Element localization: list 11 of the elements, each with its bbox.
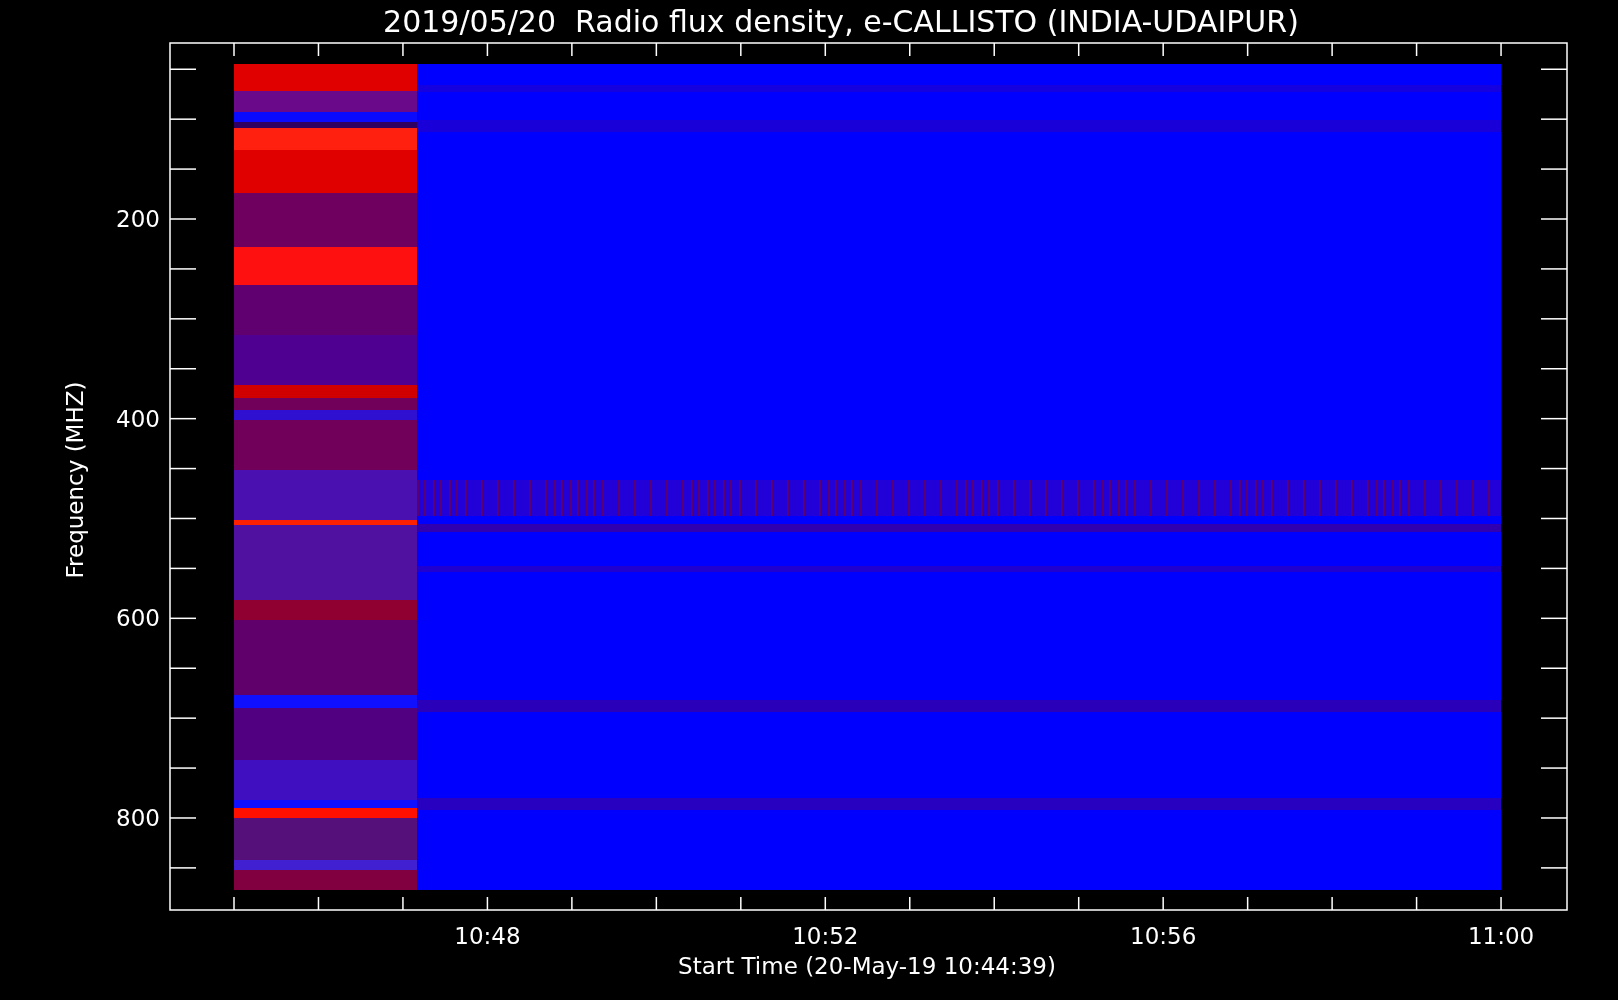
y-tick-label: 200 — [116, 206, 160, 232]
x-tick-label: 10:52 — [792, 923, 859, 949]
y-axis-label: Frequency (MHZ) — [62, 381, 88, 579]
y-tick-label: 400 — [116, 405, 160, 432]
chart-title: 2019/05/20 Radio flux density, e-CALLISTO (INDIA-UDAIPUR) — [383, 4, 1299, 39]
x-tick-label: 10:56 — [1130, 923, 1197, 949]
y-tick-label: 600 — [116, 605, 160, 632]
x-tick-label: 10:48 — [454, 923, 521, 949]
y-tick-label: 800 — [116, 805, 160, 831]
x-axis-label: Start Time (20-May-19 10:44:39) — [678, 953, 1056, 979]
x-tick-label: 11:00 — [1467, 923, 1535, 949]
